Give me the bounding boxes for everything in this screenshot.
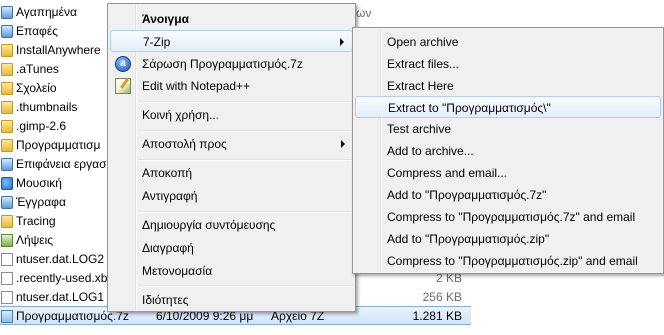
menu-item-create-shortcut[interactable]: Δημιουργία συντόμευσης	[110, 214, 353, 236]
documents-folder-icon	[1, 196, 13, 209]
file-name: InstallAnywhere	[16, 43, 101, 57]
menu-item-label: Αντιγραφή	[142, 189, 198, 203]
antivirus-scan-icon: a	[115, 56, 131, 72]
submenu-item-compress-email[interactable]: Compress and email...	[355, 162, 661, 184]
zip-submenu: Open archive Extract files... Extract He…	[352, 27, 664, 274]
folder-icon	[1, 44, 13, 57]
menu-item-cut[interactable]: Αποκοπή	[110, 162, 353, 184]
submenu-item-compress-7z-email[interactable]: Compress to "Προγραμματισμός.7z" and ema…	[355, 206, 661, 228]
file-name: Έγγραφα	[16, 195, 66, 209]
menu-item-label: Compress to "Προγραμματισμός.zip" and em…	[387, 254, 638, 268]
music-folder-icon	[1, 177, 13, 190]
submenu-item-extract-here[interactable]: Extract Here	[355, 75, 661, 97]
menu-item-edit-notepad[interactable]: Edit with Notepad++	[110, 75, 353, 97]
menu-item-label: Edit with Notepad++	[142, 79, 251, 93]
menu-item-label: Test archive	[387, 122, 452, 136]
menu-item-label: Αποστολή προς	[142, 137, 227, 151]
menu-item-label: Add to "Προγραμματισμός.7z"	[387, 188, 547, 202]
menu-item-label: 7-Zip	[143, 35, 171, 49]
file-name: Αγαπημένα	[16, 5, 77, 19]
submenu-item-add-to-7z[interactable]: Add to "Προγραμματισμός.7z"	[355, 184, 661, 206]
file-size: 1.281 KB	[412, 309, 462, 323]
menu-item-label: Open archive	[387, 35, 459, 49]
menu-item-label: Διαγραφή	[142, 241, 194, 255]
file-name: ntuser.dat.LOG1	[16, 290, 105, 304]
submenu-item-add-to-zip[interactable]: Add to "Προγραμματισμός.zip"	[355, 228, 661, 250]
file-name: Tracing	[16, 214, 56, 228]
submenu-item-add-to-archive[interactable]: Add to archive...	[355, 140, 661, 162]
menu-item-label: Compress to "Προγραμματισμός.7z" and ema…	[387, 210, 636, 224]
menu-item-rename[interactable]: Μετονομασία	[110, 260, 353, 282]
file-size: 256 KB	[422, 290, 462, 304]
submenu-item-extract-to-folder[interactable]: Extract to "Προγραμματισμός\"	[355, 96, 661, 118]
menu-item-label: Δημιουργία συντόμευσης	[142, 218, 276, 232]
file-icon	[1, 253, 13, 266]
file-name: Σχολείο	[16, 81, 57, 95]
file-name: Επιφάνεια εργασ	[16, 157, 107, 171]
menu-item-label: Extract files...	[387, 57, 460, 71]
menu-separator	[138, 211, 353, 213]
menu-item-label: Extract Here	[387, 79, 454, 93]
file-name: .aTunes	[16, 62, 59, 76]
menu-item-label: Κοινή χρήση...	[142, 108, 220, 122]
folder-icon	[1, 215, 13, 228]
submenu-item-test-archive[interactable]: Test archive	[355, 118, 661, 140]
file-name: Προγραμματισμ	[16, 138, 101, 152]
folder-icon	[1, 101, 13, 114]
menu-item-label: Add to archive...	[387, 144, 474, 158]
menu-item-scan[interactable]: a Σάρωση Προγραμματισμός.7z	[110, 53, 353, 75]
submenu-item-extract-files[interactable]: Extract files...	[355, 53, 661, 75]
file-name: .thumbnails	[16, 100, 78, 114]
folder-icon	[1, 139, 13, 152]
file-name: Επαφές	[16, 24, 58, 38]
menu-item-copy[interactable]: Αντιγραφή	[110, 185, 353, 207]
folder-icon	[1, 82, 13, 95]
menu-item-label: Μετονομασία	[142, 264, 213, 278]
submenu-arrow-icon	[340, 38, 344, 46]
menu-item-open[interactable]: Άνοιγμα	[110, 8, 353, 30]
contacts-folder-icon	[1, 25, 13, 38]
menu-item-label: Ιδιότητες	[142, 293, 189, 307]
notepad-plus-plus-icon	[115, 78, 131, 94]
file-name: Λήψεις	[16, 233, 54, 247]
file-icon	[1, 272, 13, 285]
downloads-folder-icon	[1, 234, 13, 247]
context-menu: Άνοιγμα 7-Zip a Σάρωση Προγραμματισμός.7…	[107, 3, 356, 312]
menu-separator	[138, 101, 353, 103]
desktop-folder-icon	[1, 158, 13, 171]
menu-item-label: Άνοιγμα	[142, 12, 189, 26]
menu-separator	[138, 130, 353, 132]
folder-icon	[1, 63, 13, 76]
file-name: Μουσική	[16, 176, 62, 190]
menu-item-properties[interactable]: Ιδιότητες	[110, 289, 353, 311]
file-icon	[1, 291, 13, 304]
file-name: .gimp-2.6	[16, 119, 67, 133]
file-name: .recently-used.xb	[16, 271, 108, 285]
menu-item-send-to[interactable]: Αποστολή προς	[110, 133, 353, 155]
submenu-item-compress-zip-email[interactable]: Compress to "Προγραμματισμός.zip" and em…	[355, 250, 661, 272]
menu-item-label: Σάρωση Προγραμματισμός.7z	[142, 57, 303, 71]
file-name: ntuser.dat.LOG2	[16, 252, 105, 266]
archive-file-icon	[1, 310, 13, 323]
menu-item-label: Αποκοπή	[142, 166, 193, 180]
menu-item-7zip[interactable]: 7-Zip	[110, 30, 353, 52]
submenu-arrow-icon	[341, 140, 345, 148]
menu-separator	[138, 159, 353, 161]
favorites-folder-icon	[1, 6, 13, 19]
menu-item-label: Compress and email...	[387, 166, 508, 180]
menu-item-label: Extract to "Προγραμματισμός\"	[388, 101, 551, 115]
folder-icon	[1, 120, 13, 133]
menu-item-delete[interactable]: Διαγραφή	[110, 237, 353, 259]
menu-separator	[138, 285, 353, 287]
menu-item-share[interactable]: Κοινή χρήση...	[110, 104, 353, 126]
menu-item-label: Add to "Προγραμματισμός.zip"	[387, 232, 550, 246]
submenu-item-open-archive[interactable]: Open archive	[355, 31, 661, 53]
